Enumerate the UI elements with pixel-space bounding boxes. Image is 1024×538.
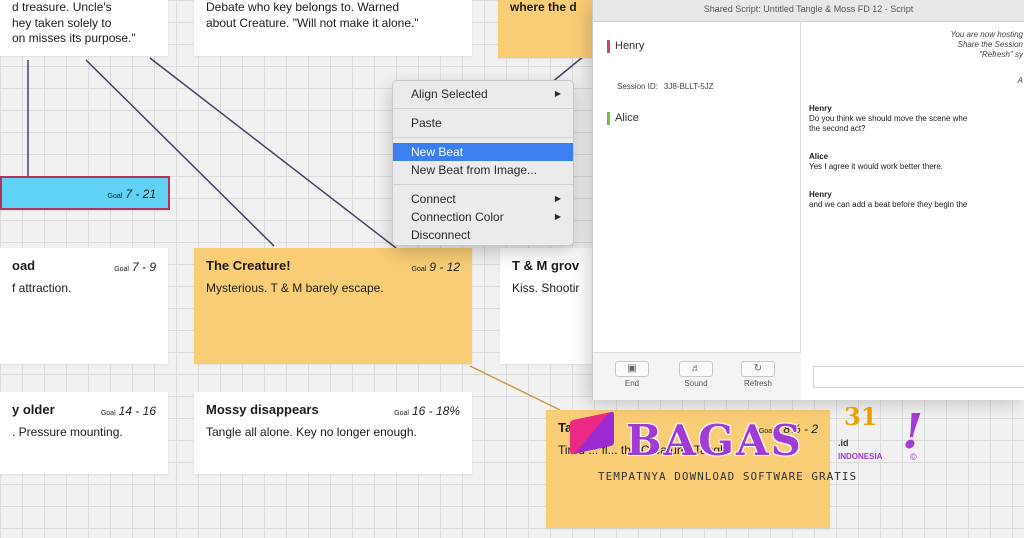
- menu-item-label: New Beat: [411, 145, 464, 159]
- window-title: Shared Script: Untitled Tangle & Moss FD…: [593, 0, 1024, 22]
- watermark-country: INDONESIA: [838, 452, 883, 461]
- submenu-arrow-icon: ▶: [554, 89, 561, 98]
- watermark-tagline: TEMPATNYA DOWNLOAD SOFTWARE GRATIS: [598, 470, 858, 483]
- sound-label: Sound: [684, 379, 708, 388]
- chat-text: and we can add a beat before they begin …: [809, 200, 968, 209]
- watermark-number: 31: [844, 402, 878, 431]
- beat-card[interactable]: Mossy disappears Goal 16 - 18% Tangle all…: [194, 392, 472, 474]
- chat-text: the second act?: [809, 124, 866, 133]
- session-toolbar: ▣ End ♬ Sound ↻ Refresh: [593, 352, 801, 400]
- menu-item-label: Align Selected: [411, 87, 488, 101]
- participants-pane: Henry Session ID: 3J8-BLLT-5JZ Alice ▣ En…: [593, 22, 801, 400]
- end-button[interactable]: ▣ End: [611, 361, 653, 388]
- refresh-button[interactable]: ↻ Refresh: [737, 361, 779, 388]
- beat-card[interactable]: T & M grov Kiss. Shootir: [500, 248, 594, 364]
- goal-range: Goal 7 - 9: [114, 260, 156, 274]
- beat-card[interactable]: d treasure. Uncle's hey taken solely to …: [0, 0, 168, 56]
- menu-separator: [393, 137, 573, 138]
- watermark-text: BAGAS: [626, 416, 803, 465]
- chat-author: Alice: [809, 152, 829, 161]
- chat-message: Henry Do you think we should move the sc…: [809, 104, 1024, 134]
- menu-item-label: Paste: [411, 116, 442, 130]
- speaker-icon: ♬: [679, 361, 713, 377]
- menu-separator: [393, 108, 573, 109]
- beat-card[interactable]: where the d: [498, 0, 594, 58]
- beat-description: about Creature. "Will not make it alone.…: [206, 15, 419, 30]
- beat-description: where the d: [510, 0, 577, 14]
- end-icon: ▣: [615, 361, 649, 377]
- chat-text: Do you think we should move the scene wh…: [809, 114, 968, 123]
- menu-item-label: New Beat from Image...: [411, 163, 538, 177]
- participant-henry[interactable]: Henry: [607, 40, 645, 53]
- hosting-notice: "Refresh" sy: [979, 50, 1023, 59]
- beat-card[interactable]: Debate who key belongs to. Warned about …: [194, 0, 472, 56]
- end-label: End: [624, 379, 640, 388]
- submenu-arrow-icon: ▶: [554, 194, 561, 203]
- beat-description: on misses its purpose.": [12, 31, 136, 46]
- menu-item-new-beat[interactable]: New Beat: [393, 143, 573, 161]
- session-id-value: 3J8-BLLT-5JZ: [663, 82, 714, 91]
- menu-item-connection-color[interactable]: Connection Color ▶: [393, 208, 573, 226]
- menu-item-connect[interactable]: Connect ▶: [393, 190, 573, 208]
- hosting-notice: Share the Session: [957, 40, 1023, 49]
- participant-name: Alice: [615, 112, 639, 124]
- menu-separator: [393, 184, 573, 185]
- windows-flag-icon: [570, 411, 614, 455]
- context-menu: Align Selected ▶ Paste New Beat New Beat…: [392, 80, 574, 246]
- chat-message: Henry and we can add a beat before they …: [809, 190, 1024, 210]
- chat-text: Yes I agree it would work better there.: [809, 162, 943, 171]
- beat-card[interactable]: y older Goal 14 - 16 . Pressure mounting.: [0, 392, 168, 474]
- watermark-domain: .id: [838, 438, 849, 448]
- menu-item-label: Disconnect: [411, 228, 471, 242]
- menu-item-align-selected[interactable]: Align Selected ▶: [393, 85, 573, 103]
- submenu-arrow-icon: ▶: [554, 212, 561, 221]
- goal-range: Goal 16 - 18%: [394, 404, 460, 418]
- beat-description: . Pressure mounting.: [12, 424, 123, 439]
- beat-card-selected[interactable]: Goal 7 - 21: [0, 176, 170, 210]
- participant-name: Henry: [615, 40, 645, 52]
- menu-item-new-beat-from-image[interactable]: New Beat from Image...: [393, 161, 573, 179]
- goal-range: Goal 7 - 21: [107, 187, 156, 201]
- hosting-notice: A: [1017, 76, 1023, 85]
- beat-description: d treasure. Uncle's: [12, 0, 112, 14]
- beat-card[interactable]: The Creature! Goal 9 - 12 Mysterious. T &…: [194, 248, 472, 364]
- beat-description: f attraction.: [12, 280, 72, 295]
- refresh-icon: ↻: [741, 361, 775, 377]
- participant-color-bar: [607, 112, 610, 125]
- beat-description: Kiss. Shootir: [512, 280, 580, 295]
- watermark-logo: BAGAS 31 .id INDONESIA ! © TEMPATNYA DOW…: [562, 402, 942, 492]
- watermark-copyright: ©: [910, 452, 917, 462]
- menu-item-disconnect[interactable]: Disconnect: [393, 226, 573, 244]
- chat-message: Alice Yes I agree it would work better t…: [809, 152, 1024, 172]
- session-id: Session ID: 3J8-BLLT-5JZ: [617, 82, 714, 91]
- beat-title: T & M grov: [512, 258, 580, 273]
- chat-input[interactable]: [813, 366, 1024, 388]
- menu-item-label: Connection Color: [411, 210, 504, 224]
- shared-script-window: Shared Script: Untitled Tangle & Moss FD…: [592, 0, 1024, 400]
- goal-range: Goal 9 - 12: [411, 260, 460, 274]
- chat-author: Henry: [809, 190, 832, 199]
- hosting-notice: You are now hosting: [950, 30, 1024, 39]
- goal-range: Goal 14 - 16: [100, 404, 156, 418]
- beat-description: hey taken solely to: [12, 15, 112, 30]
- connection-line[interactable]: [469, 365, 561, 411]
- refresh-label: Refresh: [743, 379, 772, 388]
- connection-line[interactable]: [85, 59, 275, 247]
- beat-description: Debate who key belongs to. Warned: [206, 0, 400, 14]
- beat-card[interactable]: oad Goal 7 - 9 f attraction.: [0, 248, 168, 364]
- participant-color-bar: [607, 40, 610, 53]
- chat-author: Henry: [809, 104, 832, 113]
- chat-pane: You are now hosting Share the Session "R…: [803, 22, 1024, 400]
- session-id-label: Session ID:: [617, 82, 658, 91]
- menu-item-paste[interactable]: Paste: [393, 114, 573, 132]
- connection-line[interactable]: [149, 57, 397, 249]
- menu-item-label: Connect: [411, 192, 456, 206]
- beat-description: Mysterious. T & M barely escape.: [206, 280, 384, 295]
- participant-alice[interactable]: Alice: [607, 112, 639, 125]
- beat-description: Tangle all alone. Key no longer enough.: [206, 424, 417, 439]
- sound-button[interactable]: ♬ Sound: [675, 361, 717, 388]
